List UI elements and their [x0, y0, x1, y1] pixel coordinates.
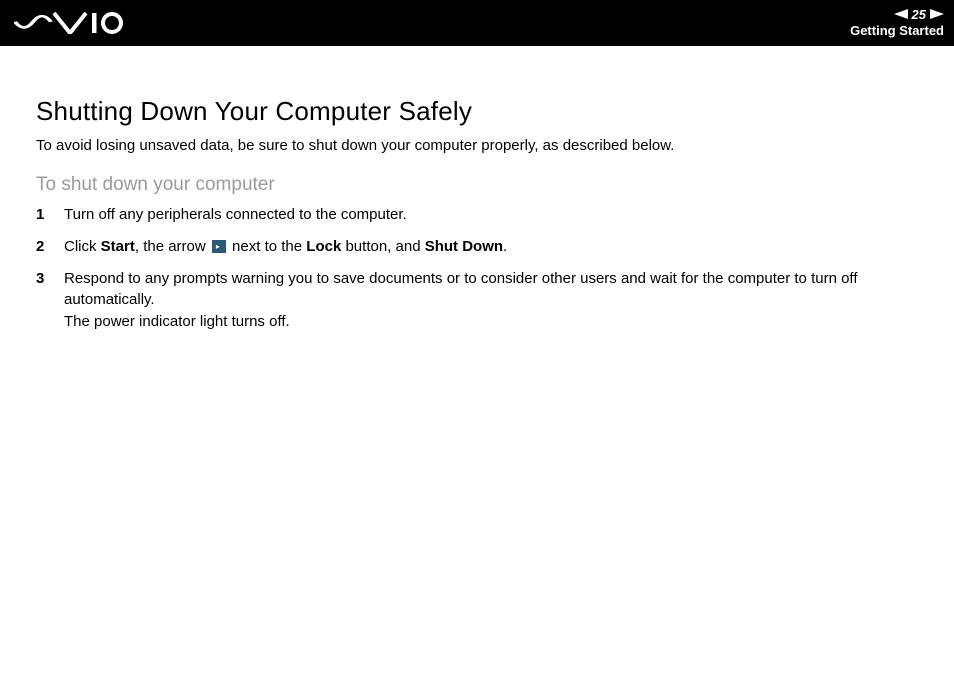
page-navigation: 25 — [894, 8, 944, 21]
subheading: To shut down your computer — [36, 174, 934, 196]
step-text: Respond to any prompts warning you to sa… — [64, 270, 857, 331]
header-bar: 25 Getting Started — [0, 0, 954, 46]
step-text: Turn off any peripherals connected to th… — [64, 206, 407, 223]
page-number: 25 — [912, 8, 926, 21]
prev-page-arrow-icon[interactable] — [894, 8, 908, 21]
text: . — [503, 238, 507, 255]
text: The power indicator light turns off. — [64, 313, 290, 330]
vaio-logo — [14, 0, 124, 46]
bold-text: Start — [101, 238, 135, 255]
step-item: Turn off any peripherals connected to th… — [36, 204, 934, 226]
steps-list: Turn off any peripherals connected to th… — [36, 204, 934, 333]
step-text: Click Start, the arrow next to the Lock … — [64, 238, 507, 255]
text: Respond to any prompts warning you to sa… — [64, 270, 857, 309]
content-area: Shutting Down Your Computer Safely To av… — [0, 46, 954, 333]
text: button, and — [341, 238, 424, 255]
text: , the arrow — [135, 238, 210, 255]
bold-text: Lock — [306, 238, 341, 255]
section-name: Getting Started — [850, 23, 944, 39]
intro-text: To avoid losing unsaved data, be sure to… — [36, 137, 934, 154]
page-title: Shutting Down Your Computer Safely — [36, 96, 934, 127]
text: next to the — [228, 238, 306, 255]
arrow-button-icon — [212, 240, 226, 253]
next-page-arrow-icon[interactable] — [930, 8, 944, 21]
step-item: Respond to any prompts warning you to sa… — [36, 268, 934, 333]
bold-text: Shut Down — [425, 238, 503, 255]
text: Click — [64, 238, 101, 255]
step-item: Click Start, the arrow next to the Lock … — [36, 236, 934, 258]
header-right: 25 Getting Started — [850, 8, 944, 39]
